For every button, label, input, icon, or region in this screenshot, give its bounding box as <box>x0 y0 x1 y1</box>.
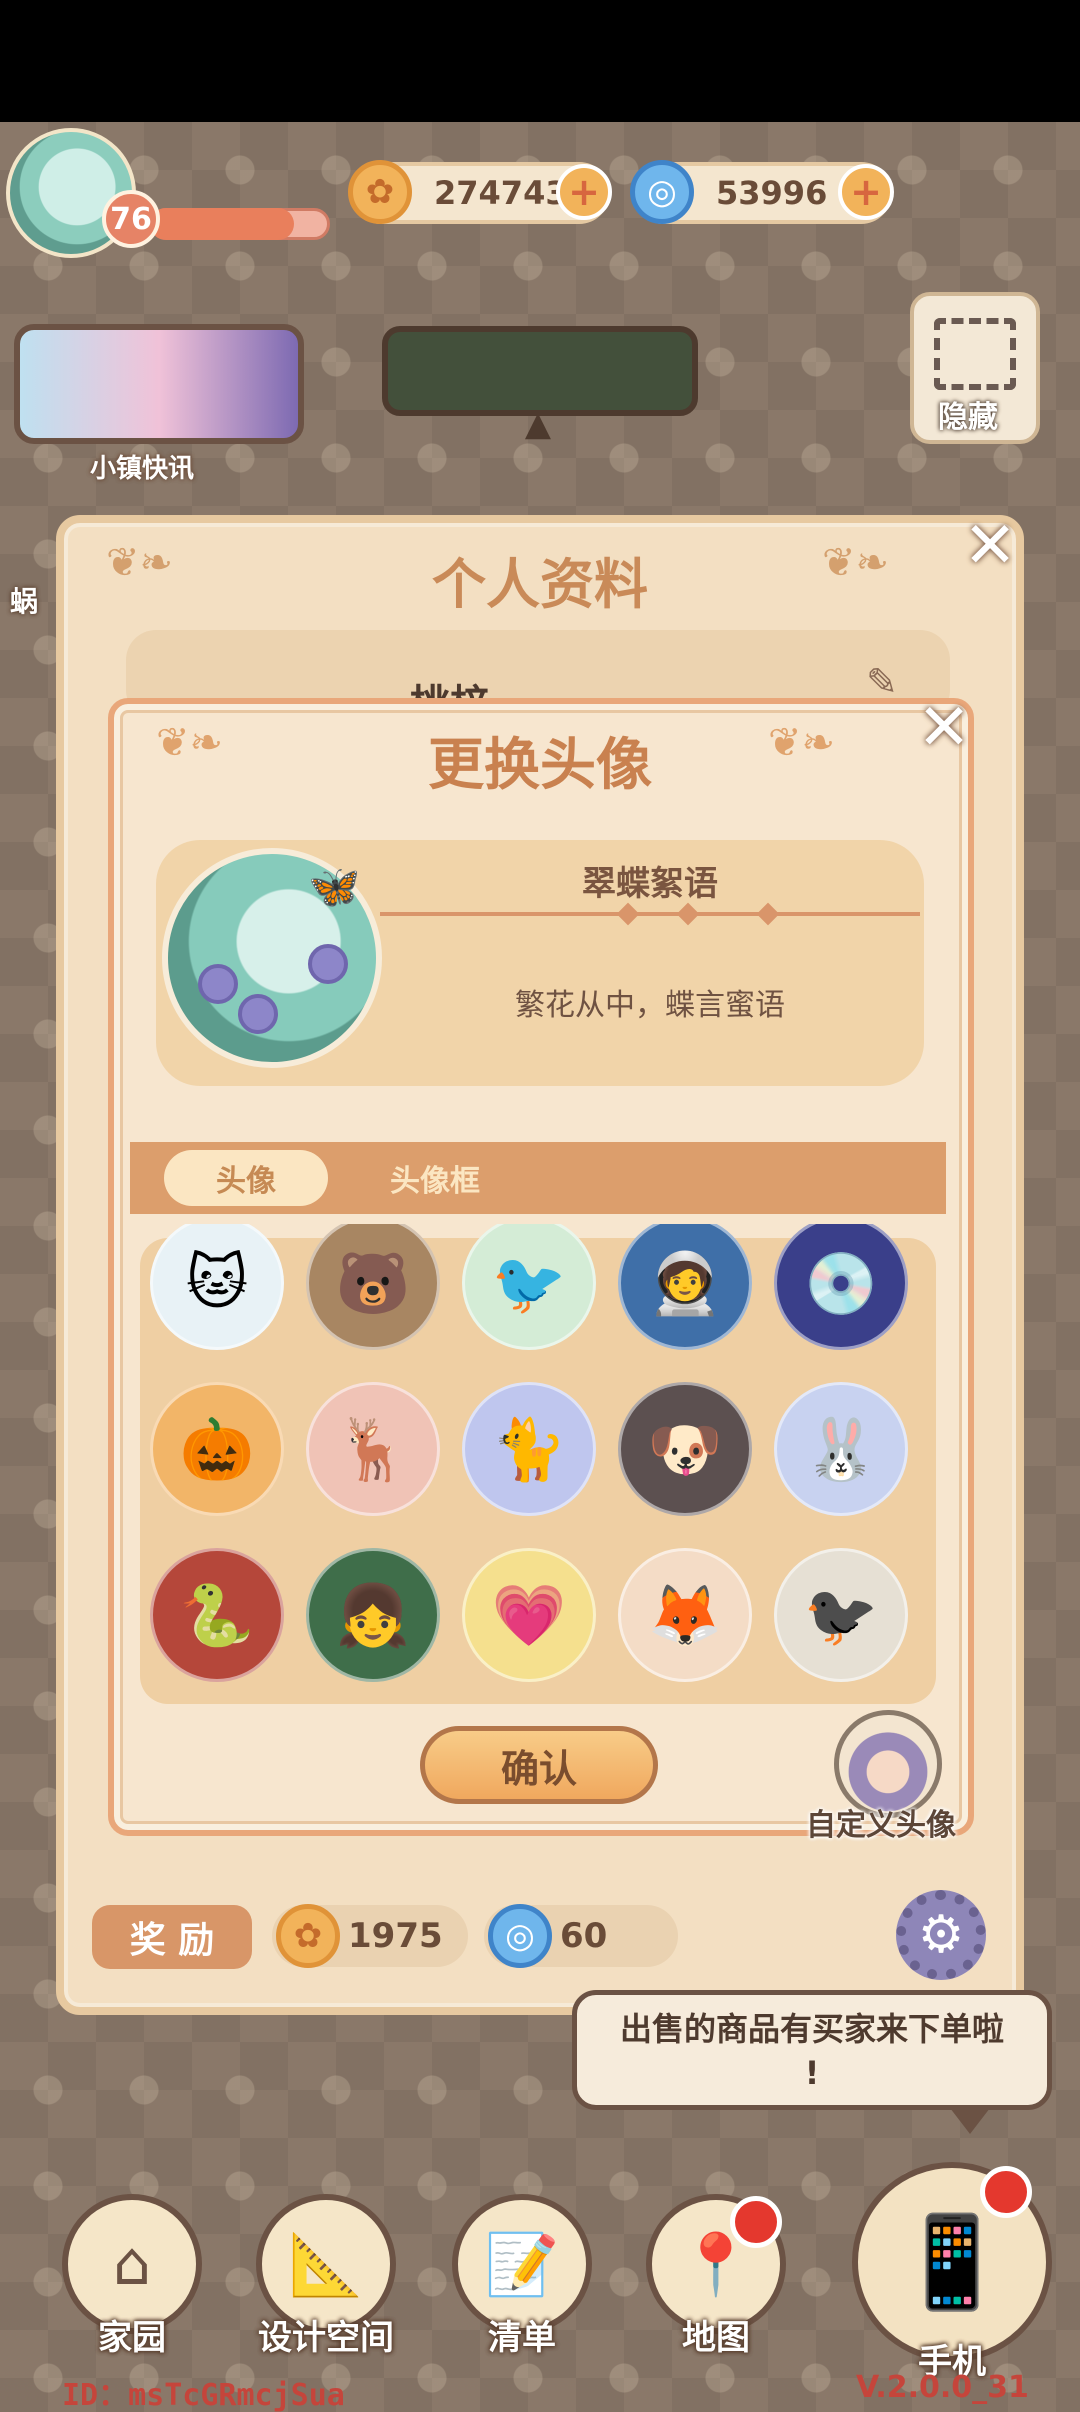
tab-avatar-frame[interactable]: 头像框 <box>360 1150 510 1206</box>
green-bird-avatar[interactable]: 🐦 <box>462 1224 596 1350</box>
toast-text-end: ! <box>804 2054 820 2092</box>
nav-design-label: 设计空间 <box>258 2318 394 2358</box>
add-coins-button[interactable]: + <box>556 164 612 220</box>
notification-dot <box>730 2196 782 2248</box>
gem-counter: ◎ 53996 + <box>630 160 894 224</box>
flower-icon <box>238 994 278 1034</box>
frame-icon <box>934 318 1016 390</box>
reindeer-avatar[interactable]: 🦌 <box>306 1382 440 1516</box>
profile-title: 个人资料 <box>432 553 648 616</box>
toast-text: 出售的商品有买家来下单啦 <box>619 2010 1004 2048</box>
reward-label: 奖 励 <box>92 1905 252 1969</box>
brown-bear-avatar[interactable]: 🐻 <box>306 1224 440 1350</box>
bear-hood-girl-avatar[interactable]: 👧 <box>306 1548 440 1682</box>
add-gems-button[interactable]: + <box>838 164 894 220</box>
toast-tail <box>950 2108 990 2134</box>
xp-bar-fill <box>150 208 294 240</box>
nav-list-label: 清单 <box>488 2318 556 2358</box>
coin-counter: ✿ 274743 + <box>348 160 612 224</box>
notification-dot <box>980 2166 1032 2218</box>
name-divider <box>380 902 920 926</box>
selected-avatar-description: 繁花从中，蝶言蜜语 <box>515 988 785 1023</box>
coin-icon: ✿ <box>276 1904 340 1968</box>
fox-avatar[interactable]: 🦊 <box>618 1548 752 1682</box>
house-icon: ⌂ <box>112 2229 152 2299</box>
news-banner[interactable] <box>14 324 304 444</box>
avatar-grid: 🐱 🐻 🐦 🧑‍🚀 💿 🎃 🦌 🐈 🐶 🐰 🐍 👧 💗 🦊 🐦‍⬛ <box>148 1224 932 1704</box>
magpie-avatar[interactable]: 🐦‍⬛ <box>774 1548 908 1682</box>
confirm-button[interactable]: 确认 <box>420 1726 658 1804</box>
event-banner[interactable] <box>382 326 698 416</box>
hide-ui-label: 隐藏 <box>938 400 998 435</box>
flower-icon <box>308 944 348 984</box>
profile-close-button[interactable]: ✕ <box>958 514 1022 578</box>
nav-map-label: 地图 <box>682 2318 750 2358</box>
golden-snake-avatar[interactable]: 🐍 <box>150 1548 284 1682</box>
white-rabbit-avatar[interactable]: 🐰 <box>774 1382 908 1516</box>
butterfly-icon: 🦋 <box>308 862 361 911</box>
vinyl-record-avatar[interactable]: 💿 <box>774 1224 908 1350</box>
reward-coins: ✿ 1975 <box>272 1904 468 1968</box>
player-id: ID：msTcGRmcjSua <box>62 2378 345 2412</box>
coin-amount: 274743 <box>434 174 568 212</box>
reward-gems-amount: 60 <box>560 1916 608 1956</box>
white-cat-blue-avatar[interactable]: 🐈 <box>462 1382 596 1516</box>
ruler-icon: 📐 <box>288 2229 364 2300</box>
custom-avatar-label: 自定义头像 <box>806 1808 956 1843</box>
version-label: V.2.0.0_31 <box>856 2370 1029 2405</box>
phone-icon: 📱 <box>895 2209 1009 2315</box>
selected-avatar-name: 翠蝶絮语 <box>582 864 718 904</box>
tab-avatar[interactable]: 头像 <box>164 1150 328 1206</box>
gem-icon: ◎ <box>630 160 694 224</box>
coin-icon: ✿ <box>348 160 412 224</box>
nav-home-label: 家园 <box>98 2318 166 2358</box>
gem-amount: 53996 <box>716 174 828 212</box>
order-toast: 出售的商品有买家来下单啦 ! <box>572 1990 1052 2110</box>
reward-gems: ◎ 60 <box>484 1904 678 1968</box>
selected-avatar-preview: 🦋 <box>162 848 382 1068</box>
shiba-avatar[interactable]: 🐶 <box>618 1382 752 1516</box>
status-bar <box>0 0 1080 122</box>
astronaut-cat-avatar[interactable]: 🧑‍🚀 <box>618 1224 752 1350</box>
dialog-close-button[interactable]: ✕ <box>912 696 976 760</box>
news-label: 小镇快讯 <box>90 454 195 484</box>
gem-icon: ◎ <box>488 1904 552 1968</box>
reward-coins-amount: 1975 <box>348 1916 443 1956</box>
banner-arrow-icon: ▲ <box>524 404 552 444</box>
flower-icon <box>198 964 238 1004</box>
pumpkin-avatar[interactable]: 🎃 <box>150 1382 284 1516</box>
notepad-icon: 📝 <box>484 2229 560 2300</box>
settings-gear-icon[interactable]: ⚙ <box>896 1890 986 1980</box>
level-badge: 76 <box>102 190 160 248</box>
white-cat-avatar[interactable]: 🐱 <box>150 1224 284 1350</box>
heart-bear-avatar[interactable]: 💗 <box>462 1548 596 1682</box>
